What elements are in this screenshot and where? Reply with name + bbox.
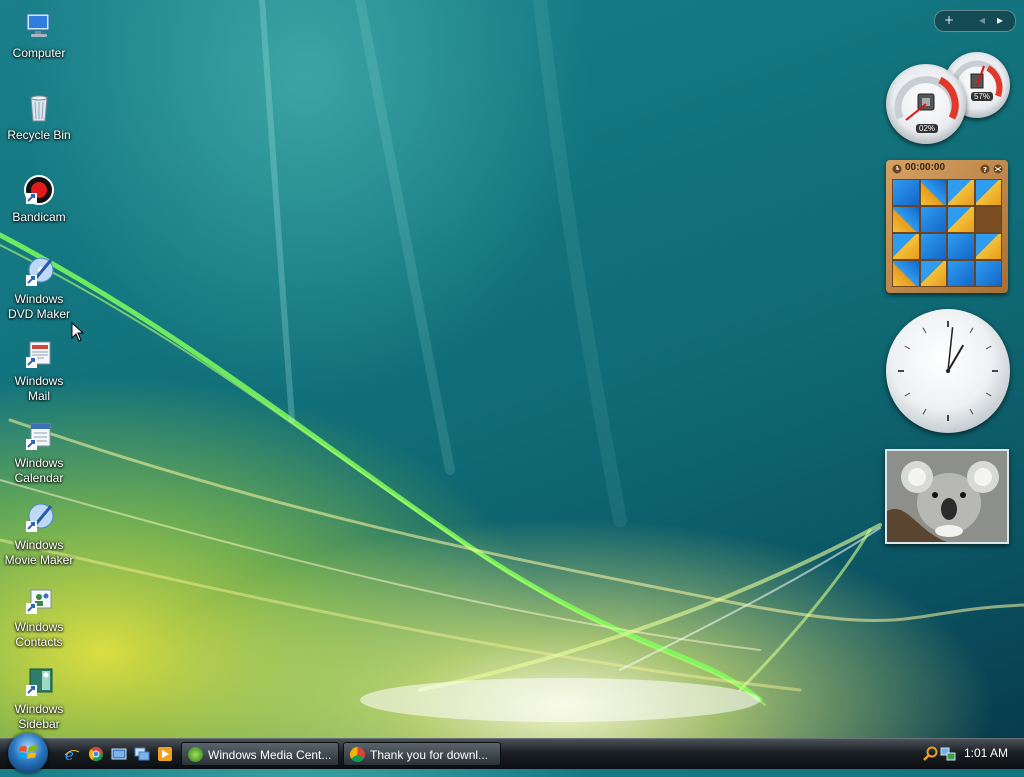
clock-tick — [922, 408, 927, 415]
task-chrome-download[interactable]: Thank you for downl... — [343, 742, 501, 766]
desktop-icon-bandicam[interactable]: Bandicam — [2, 172, 76, 225]
puzzle-tile[interactable] — [948, 261, 974, 286]
puzzle-tile[interactable] — [920, 261, 946, 286]
puzzle-tile[interactable] — [920, 234, 946, 259]
desktop-icon-label: Windows Calendar — [14, 456, 64, 485]
mail-icon — [23, 338, 55, 370]
chrome-icon — [350, 747, 365, 762]
clock-tick — [969, 408, 974, 415]
switch-windows-icon[interactable] — [134, 746, 150, 762]
koala-photo — [887, 451, 1007, 542]
memory-percent: 57% — [971, 92, 994, 101]
desktop-icon-windows-movie-maker[interactable]: Windows Movie Maker — [2, 500, 76, 568]
clock-tick — [985, 345, 992, 350]
desktop-icon-label: Windows Movie Maker — [4, 538, 74, 567]
puzzle-empty-slot — [975, 207, 1001, 232]
clock-tick — [904, 392, 911, 397]
movie-maker-icon — [23, 502, 55, 534]
windows-logo-icon — [18, 745, 37, 759]
puzzle-timer: 00:00:00 — [905, 162, 946, 173]
puzzle-grid — [892, 179, 1002, 287]
cpu-percent: 02% — [916, 124, 939, 133]
notification-area: 1:01 AM — [918, 742, 1024, 766]
timer-icon — [892, 164, 902, 174]
network-icon[interactable] — [940, 746, 956, 762]
clock-tick — [985, 392, 992, 397]
task-label: Windows Media Cent... — [208, 748, 332, 762]
puzzle-tile[interactable] — [893, 207, 919, 232]
start-button[interactable] — [8, 733, 48, 773]
desktop-icon-windows-mail[interactable]: Windows Mail — [2, 336, 76, 404]
puzzle-tile[interactable] — [975, 261, 1001, 286]
calendar-icon — [23, 420, 55, 452]
clock-face — [898, 321, 998, 421]
wallpaper — [0, 0, 1024, 722]
clock-tick — [922, 327, 927, 334]
shuffle-icon[interactable] — [993, 164, 1003, 174]
desktop-icon-label: Recycle Bin — [7, 128, 71, 142]
next-page-button[interactable]: ▸ — [997, 13, 1003, 27]
desktop-icon-recycle-bin[interactable]: Recycle Bin — [2, 90, 76, 143]
desktop-icon-windows-sidebar[interactable]: Windows Sidebar — [2, 664, 76, 732]
task-label: Thank you for downl... — [370, 748, 489, 762]
desktop-icon-windows-contacts[interactable]: Windows Contacts — [2, 582, 76, 650]
mouse-pointer-icon — [71, 322, 85, 342]
recycle-bin-icon — [23, 92, 55, 124]
taskbar-clock[interactable]: 1:01 AM — [964, 746, 1008, 760]
puzzle-toolbar: 00:00:00 ? — [890, 162, 1004, 176]
search-icon[interactable] — [922, 746, 938, 762]
show-desktop-icon[interactable] — [111, 746, 127, 762]
desktop-icon-windows-calendar[interactable]: Windows Calendar — [2, 418, 76, 486]
clock-tick — [969, 327, 974, 334]
taskbar: e Windows Media Cent... Thank you for do… — [0, 733, 1024, 773]
clock-tick — [904, 345, 911, 350]
sidebar-icon — [23, 666, 55, 698]
bandicam-icon — [23, 174, 55, 206]
desktop-icon-label: Computer — [12, 46, 66, 60]
clock-gadget[interactable] — [886, 309, 1010, 433]
desktop-icon-windows-dvd-maker[interactable]: Windows DVD Maker — [2, 254, 76, 322]
desktop-icon-label: Windows Sidebar — [14, 702, 64, 731]
puzzle-tile[interactable] — [893, 261, 919, 286]
desktop-icon-computer[interactable]: Computer — [2, 8, 76, 61]
puzzle-tile[interactable] — [948, 180, 974, 205]
puzzle-tile[interactable] — [975, 180, 1001, 205]
computer-icon — [23, 10, 55, 42]
help-icon[interactable]: ? — [980, 164, 990, 174]
media-center-icon — [188, 747, 203, 762]
internet-explorer-icon[interactable]: e — [64, 746, 80, 762]
task-windows-media-center[interactable]: Windows Media Cent... — [181, 742, 339, 766]
cpu-meter-gadget[interactable]: 02% — [886, 64, 966, 144]
desktop-icon-label: Windows Contacts — [14, 620, 64, 649]
previous-page-button[interactable]: ◂ — [979, 13, 985, 27]
add-gadget-button[interactable]: + — [944, 13, 954, 27]
picture-puzzle-gadget[interactable]: 00:00:00 ? — [886, 160, 1008, 293]
dvd-maker-icon — [23, 256, 55, 288]
contacts-icon — [23, 584, 55, 616]
media-player-icon[interactable] — [157, 746, 173, 762]
sidebar-controls: + ◂ ▸ — [934, 10, 1016, 32]
puzzle-tile[interactable] — [893, 234, 919, 259]
puzzle-tile[interactable] — [948, 207, 974, 232]
puzzle-tile[interactable] — [948, 234, 974, 259]
svg-text:?: ? — [983, 166, 987, 174]
puzzle-tile[interactable] — [975, 234, 1001, 259]
slideshow-gadget[interactable] — [885, 449, 1009, 544]
chrome-icon[interactable] — [88, 746, 104, 762]
desktop-icon-label: Windows Mail — [14, 374, 64, 403]
puzzle-tile[interactable] — [920, 207, 946, 232]
puzzle-tile[interactable] — [893, 180, 919, 205]
desktop-icon-label: Windows DVD Maker — [7, 292, 70, 321]
desktop-icon-label: Bandicam — [12, 210, 66, 224]
puzzle-tile[interactable] — [920, 180, 946, 205]
